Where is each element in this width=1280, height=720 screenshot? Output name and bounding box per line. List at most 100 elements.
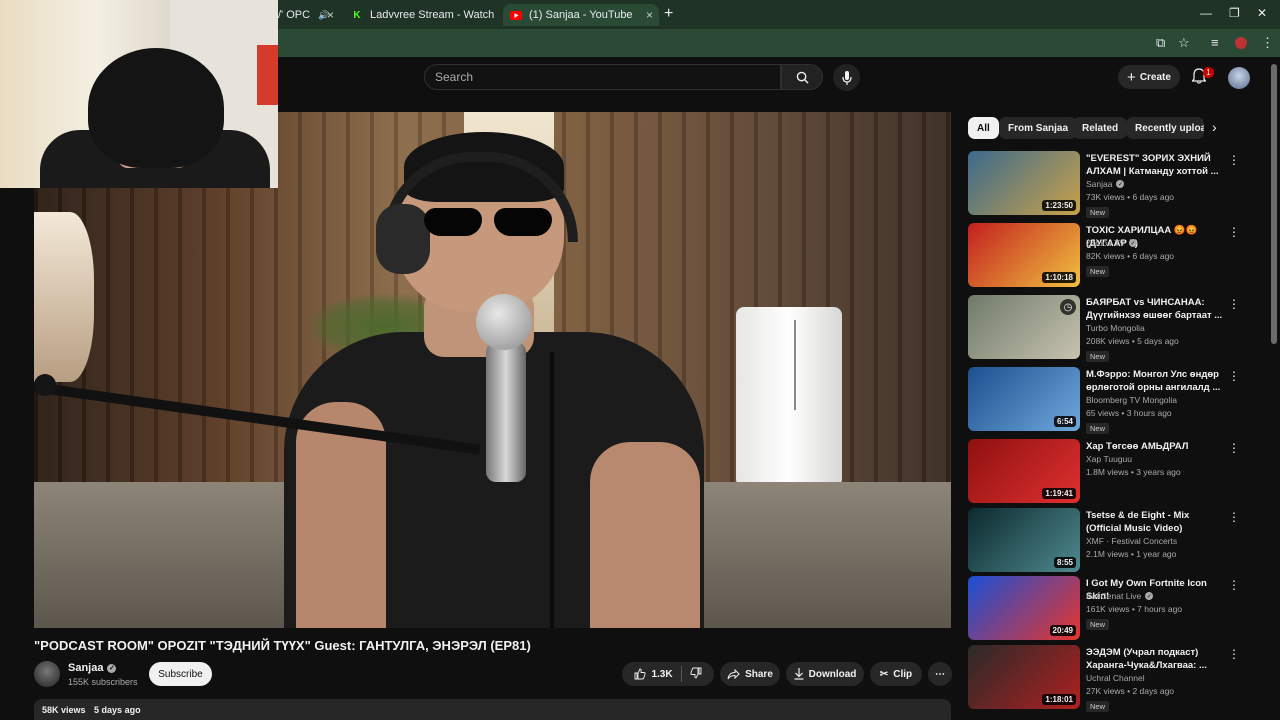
recommendation-item[interactable]: 1:18:01 ЭЭДЭМ (Учрал подкаст) Харанга-Чук…	[968, 645, 1244, 712]
recommendation-title[interactable]: ЭЭДЭМ (Учрал подкаст) Харанга-Чука&Лхагв…	[1086, 646, 1224, 672]
create-button[interactable]: + Create	[1118, 65, 1180, 89]
maximize-icon[interactable]: ❐	[1229, 6, 1240, 20]
bookmark-star-icon[interactable]: ☆	[1178, 35, 1190, 51]
search-input[interactable]: Search	[424, 64, 781, 90]
new-badge: New	[1086, 266, 1110, 277]
subscribe-button[interactable]: Subscribe	[149, 662, 212, 686]
search-button[interactable]	[781, 64, 823, 90]
description-box[interactable]: 58K views 5 days ago	[34, 699, 951, 720]
chevron-right-icon[interactable]: ›	[1212, 119, 1217, 135]
new-badge: New	[1086, 423, 1110, 434]
recommendation-thumbnail[interactable]: 1:19:41	[968, 439, 1080, 503]
recommendation-meta: 27K views • 2 days ago	[1086, 686, 1175, 696]
video-frame-humidifier	[736, 307, 842, 487]
like-count[interactable]: 1.3K	[651, 669, 672, 680]
download-button[interactable]: Download	[786, 662, 864, 686]
channel-name[interactable]: Sanjaa ✓	[68, 662, 117, 674]
video-frame-cable	[550, 352, 554, 628]
recommendation-item[interactable]: 6:54 М.Фэрро: Монгол Улс өндөр өрлөготой …	[968, 367, 1244, 434]
tab-title: /' OPC	[278, 9, 311, 21]
create-label: Create	[1139, 71, 1171, 83]
chip-recently-uploaded[interactable]: Recently uploaded	[1126, 117, 1204, 139]
webcam-overlay	[0, 0, 278, 188]
recommendation-title[interactable]: М.Фэрро: Монгол Улс өндөр өрлөготой орны…	[1086, 368, 1224, 394]
media-controls-icon[interactable]: ≡	[1211, 35, 1219, 50]
chip-from-channel[interactable]: From Sanjaa	[999, 117, 1078, 139]
recommendation-item[interactable]: 20:49 I Got My Own Fortnite Icon Skin! Kai…	[968, 576, 1244, 640]
recommendation-channel[interactable]: Bloomberg TV Mongolia	[1086, 395, 1177, 405]
download-icon	[794, 668, 804, 680]
close-icon[interactable]: ×	[646, 8, 653, 22]
share-button[interactable]: Share	[720, 662, 780, 686]
screen: /' OPC 🔊 × K Ladvvree Stream - Watch Liv…	[0, 0, 1280, 720]
more-vertical-icon[interactable]: ⋮	[1228, 441, 1240, 455]
recommendation-thumbnail[interactable]: 8:55	[968, 508, 1080, 572]
channel-avatar[interactable]	[34, 661, 60, 687]
recommendation-thumbnail[interactable]: 1:10:18	[968, 223, 1080, 287]
page-scrollbar[interactable]	[1271, 64, 1277, 344]
recommendation-channel[interactable]: XMF · Festival Concerts	[1086, 536, 1177, 546]
recommendation-thumbnail[interactable]: 1:18:01	[968, 645, 1080, 709]
recommendation-item[interactable]: ◷ БАЯРБАТ vs ЧИНСАНАА: Дүүгийнхээ өшөөг б…	[968, 295, 1244, 362]
recommendation-item[interactable]: 1:23:50 "EVEREST" ЗОРИХ ЭХНИЙ АЛХАМ | Кат…	[968, 151, 1244, 218]
watch-later-icon[interactable]: ◷	[1060, 299, 1076, 315]
recommendation-thumbnail[interactable]: 20:49	[968, 576, 1080, 640]
verified-icon: ✓	[1116, 180, 1125, 188]
more-vertical-icon[interactable]: ⋮	[1228, 647, 1240, 661]
close-icon[interactable]: ×	[327, 8, 334, 22]
recommendation-item[interactable]: 1:10:18 TOXIC ХАРИЛЦАА 😡😡 (ДУГААР 7) Zolbo…	[968, 223, 1244, 287]
recommendation-title[interactable]: "EVEREST" ЗОРИХ ЭХНИЙ АЛХАМ | Катманду х…	[1086, 152, 1224, 178]
account-avatar[interactable]	[1228, 67, 1250, 89]
more-actions-button[interactable]: ⋯	[928, 662, 952, 686]
recommendation-channel[interactable]: Turbo Mongolia	[1086, 323, 1145, 333]
clip-button[interactable]: ✂ Clip	[870, 662, 922, 686]
microphone-icon	[841, 70, 852, 85]
minimize-icon[interactable]: —	[1200, 6, 1212, 20]
new-badge: New	[1086, 701, 1110, 712]
recommendation-thumbnail[interactable]: 1:23:50	[968, 151, 1080, 215]
voice-search-button[interactable]	[833, 64, 860, 91]
browser-menu-icon[interactable]: ⋮	[1261, 35, 1274, 51]
more-vertical-icon[interactable]: ⋮	[1228, 578, 1240, 592]
tab-youtube[interactable]: (1) Sanjaa - YouTube ×	[503, 4, 659, 26]
tab-audio[interactable]: /' OPC 🔊 ×	[278, 4, 340, 26]
recommendation-thumbnail[interactable]: 6:54	[968, 367, 1080, 431]
more-vertical-icon[interactable]: ⋮	[1228, 369, 1240, 383]
duration-badge: 1:10:18	[1042, 272, 1076, 283]
youtube-icon	[509, 8, 523, 22]
new-tab-button[interactable]: +	[664, 5, 673, 23]
recommendation-channel[interactable]: Zolboo TV ✓	[1086, 238, 1138, 248]
new-badge: New	[1086, 351, 1110, 362]
recommendation-item[interactable]: 8:55 Tsetse & de Eight - Mix (Official Mu…	[968, 508, 1244, 572]
recommendation-channel-name: Zolboo TV	[1086, 238, 1126, 248]
profile-icon[interactable]	[1235, 37, 1247, 49]
recommendation-title[interactable]: Хар Төгсөө АМЬДРАЛ	[1086, 440, 1224, 453]
recommendation-channel[interactable]: Uchral Channel	[1086, 673, 1145, 683]
recommendation-title[interactable]: БАЯРБАТ vs ЧИНСАНАА: Дүүгийнхээ өшөөг ба…	[1086, 296, 1224, 322]
recommendation-item[interactable]: 1:19:41 Хар Төгсөө АМЬДРАЛ Хар Tuuguu 1.8M …	[968, 439, 1244, 503]
notification-badge: 1	[1203, 67, 1214, 78]
more-vertical-icon[interactable]: ⋮	[1228, 297, 1240, 311]
close-window-icon[interactable]: ✕	[1257, 6, 1267, 20]
recommendation-channel-name: Хар Tuuguu	[1086, 454, 1132, 464]
video-player[interactable]	[34, 112, 951, 628]
tab-title: (1) Sanjaa - YouTube	[529, 9, 633, 21]
recommendation-title[interactable]: Tsetse & de Eight - Mix (Official Music …	[1086, 509, 1224, 535]
recommendation-thumbnail[interactable]: ◷	[968, 295, 1080, 359]
search-icon	[796, 71, 809, 84]
chip-all[interactable]: All	[968, 117, 999, 139]
more-horizontal-icon: ⋯	[935, 668, 945, 680]
more-vertical-icon[interactable]: ⋮	[1228, 225, 1240, 239]
more-vertical-icon[interactable]: ⋮	[1228, 153, 1240, 167]
recommendation-channel[interactable]: Sanjaa ✓	[1086, 179, 1125, 189]
recommendation-meta: 1.8M views • 3 years ago	[1086, 467, 1181, 477]
like-icon[interactable]	[634, 668, 647, 680]
dislike-icon[interactable]	[689, 667, 702, 682]
tab-kick-stream[interactable]: K Ladvvree Stream - Watch Live o	[344, 4, 504, 26]
video-frame-lamp	[34, 212, 94, 382]
recommendation-channel[interactable]: Хар Tuuguu	[1086, 454, 1132, 464]
install-app-icon[interactable]: ⧉	[1156, 35, 1165, 51]
chip-related[interactable]: Related	[1073, 117, 1128, 139]
more-vertical-icon[interactable]: ⋮	[1228, 510, 1240, 524]
recommendation-channel[interactable]: Kai Cenat Live ✓	[1086, 591, 1154, 601]
